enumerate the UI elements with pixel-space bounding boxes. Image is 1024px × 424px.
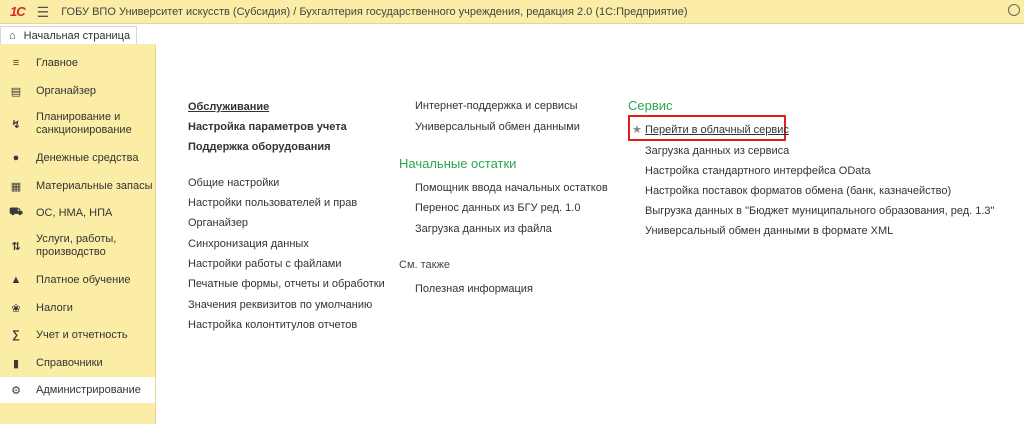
sidebar-item-label: ОС, НМА, НПА <box>36 206 113 219</box>
sidebar-item-references[interactable]: ▮ Справочники <box>0 352 155 374</box>
sidebar-item-organizer[interactable]: ▤ Органайзер <box>0 80 155 102</box>
sidebar-item-inventory[interactable]: ▦ Материальные запасы <box>0 175 155 197</box>
sidebar-item-paid-education[interactable]: ▲ Платное обучение <box>0 269 155 291</box>
home-icon: ⌂ <box>9 29 16 42</box>
truck-icon: ⛟ <box>9 206 23 218</box>
emblem-icon: ❀ <box>11 302 21 315</box>
link-internet-support[interactable]: Интернет-поддержка и сервисы <box>415 100 577 112</box>
link-default-values[interactable]: Значения реквизитов по умолчанию <box>188 299 372 311</box>
sidebar-item-label: Налоги <box>36 301 73 314</box>
link-universal-exchange[interactable]: Универсальный обмен данными <box>415 121 580 133</box>
link-export-budget[interactable]: Выгрузка данных в "Бюджет муниципального… <box>645 205 994 217</box>
link-print-forms[interactable]: Печатные формы, отчеты и обработки <box>188 278 385 290</box>
sidebar-item-services[interactable]: ⇅ Услуги, работы, производство <box>0 230 155 262</box>
link-data-sync[interactable]: Синхронизация данных <box>188 238 309 250</box>
organizer-icon: ▤ <box>10 85 22 98</box>
sidebar-item-assets[interactable]: ⛟ ОС, НМА, НПА <box>0 202 155 224</box>
tab-home[interactable]: ⌂ Начальная страница <box>0 26 137 44</box>
gear-icon: ⚙ <box>11 384 21 397</box>
sidebar-item-planning[interactable]: ↯ Планирование и санкционирование <box>0 108 155 140</box>
link-user-settings[interactable]: Настройки пользователей и прав <box>188 197 357 209</box>
sidebar-item-label: Платное обучение <box>36 273 131 286</box>
link-file-settings[interactable]: Настройки работы с файлами <box>188 258 342 270</box>
link-opening-balances-wizard[interactable]: Помощник ввода начальных остатков <box>415 182 608 194</box>
link-useful-info[interactable]: Полезная информация <box>415 283 533 295</box>
sidebar-item-label: Материальные запасы <box>36 179 153 192</box>
sidebar-item-label: Справочники <box>36 356 103 369</box>
link-report-headers[interactable]: Настройка колонтитулов отчетов <box>188 319 357 331</box>
book-icon: ▮ <box>12 357 20 370</box>
link-load-from-file[interactable]: Загрузка данных из файла <box>415 223 552 235</box>
link-accounting-parameters[interactable]: Настройка параметров учета <box>188 121 347 133</box>
money-icon: ● <box>12 152 20 164</box>
sidebar-item-label: Планирование и санкционирование <box>36 111 132 136</box>
link-load-from-service[interactable]: Загрузка данных из сервиса <box>645 145 789 157</box>
menu-icon[interactable]: ☰ <box>37 5 50 19</box>
search-icon[interactable] <box>1008 4 1020 16</box>
list-icon: ≡ <box>12 57 20 69</box>
section-service: Сервис <box>628 98 673 113</box>
title-bar: 1С ☰ ГОБУ ВПО Университет искусств (Субс… <box>0 0 1024 24</box>
tab-row: ⌂ Начальная страница <box>0 24 1024 44</box>
section-opening-balances: Начальные остатки <box>399 156 517 171</box>
link-general-settings[interactable]: Общие настройки <box>188 177 279 189</box>
link-organizer[interactable]: Органайзер <box>188 217 248 229</box>
accounting-icon: ∑ <box>12 329 20 341</box>
app-logo: 1С <box>10 4 26 19</box>
window-title: ГОБУ ВПО Университет искусств (Субсидия)… <box>61 5 688 18</box>
star-icon[interactable]: ★ <box>632 123 642 136</box>
link-maintenance[interactable]: Обслуживание <box>188 101 269 113</box>
link-cloud-service[interactable]: Перейти в облачный сервис <box>645 124 789 136</box>
sidebar-item-main[interactable]: ≡ Главное <box>0 52 155 74</box>
sidebar: ≡ Главное ▤ Органайзер ↯ Планирование и … <box>0 44 156 424</box>
sidebar-item-label: Учет и отчетность <box>36 328 128 341</box>
sidebar-item-label: Услуги, работы, производство <box>36 233 117 258</box>
main-panel: Обслуживание Настройка параметров учета … <box>156 44 1024 424</box>
link-exchange-formats[interactable]: Настройка поставок форматов обмена (банк… <box>645 185 951 197</box>
sidebar-item-label: Денежные средства <box>36 151 139 164</box>
sidebar-item-taxes[interactable]: ❀ Налоги <box>0 297 155 319</box>
planning-icon: ↯ <box>11 118 21 131</box>
link-xml-exchange[interactable]: Универсальный обмен данными в формате XM… <box>645 225 893 237</box>
see-also-heading: См. также <box>399 259 450 271</box>
link-equipment-support[interactable]: Поддержка оборудования <box>188 141 331 153</box>
link-transfer-from-bgu[interactable]: Перенос данных из БГУ ред. 1.0 <box>415 202 580 214</box>
sidebar-item-label: Администрирование <box>36 383 141 396</box>
sidebar-item-administration[interactable]: ⚙ Администрирование <box>0 377 155 403</box>
sidebar-item-label: Органайзер <box>36 84 97 97</box>
sidebar-item-money[interactable]: ● Денежные средства <box>0 147 155 169</box>
inventory-icon: ▦ <box>10 180 22 193</box>
link-odata-settings[interactable]: Настройка стандартного интерфейса OData <box>645 165 871 177</box>
services-icon: ⇅ <box>11 240 21 253</box>
sidebar-item-label: Главное <box>36 56 79 69</box>
tab-home-label: Начальная страница <box>23 29 131 42</box>
sidebar-item-accounting[interactable]: ∑ Учет и отчетность <box>0 324 155 346</box>
graduation-cap-icon: ▲ <box>10 274 22 286</box>
